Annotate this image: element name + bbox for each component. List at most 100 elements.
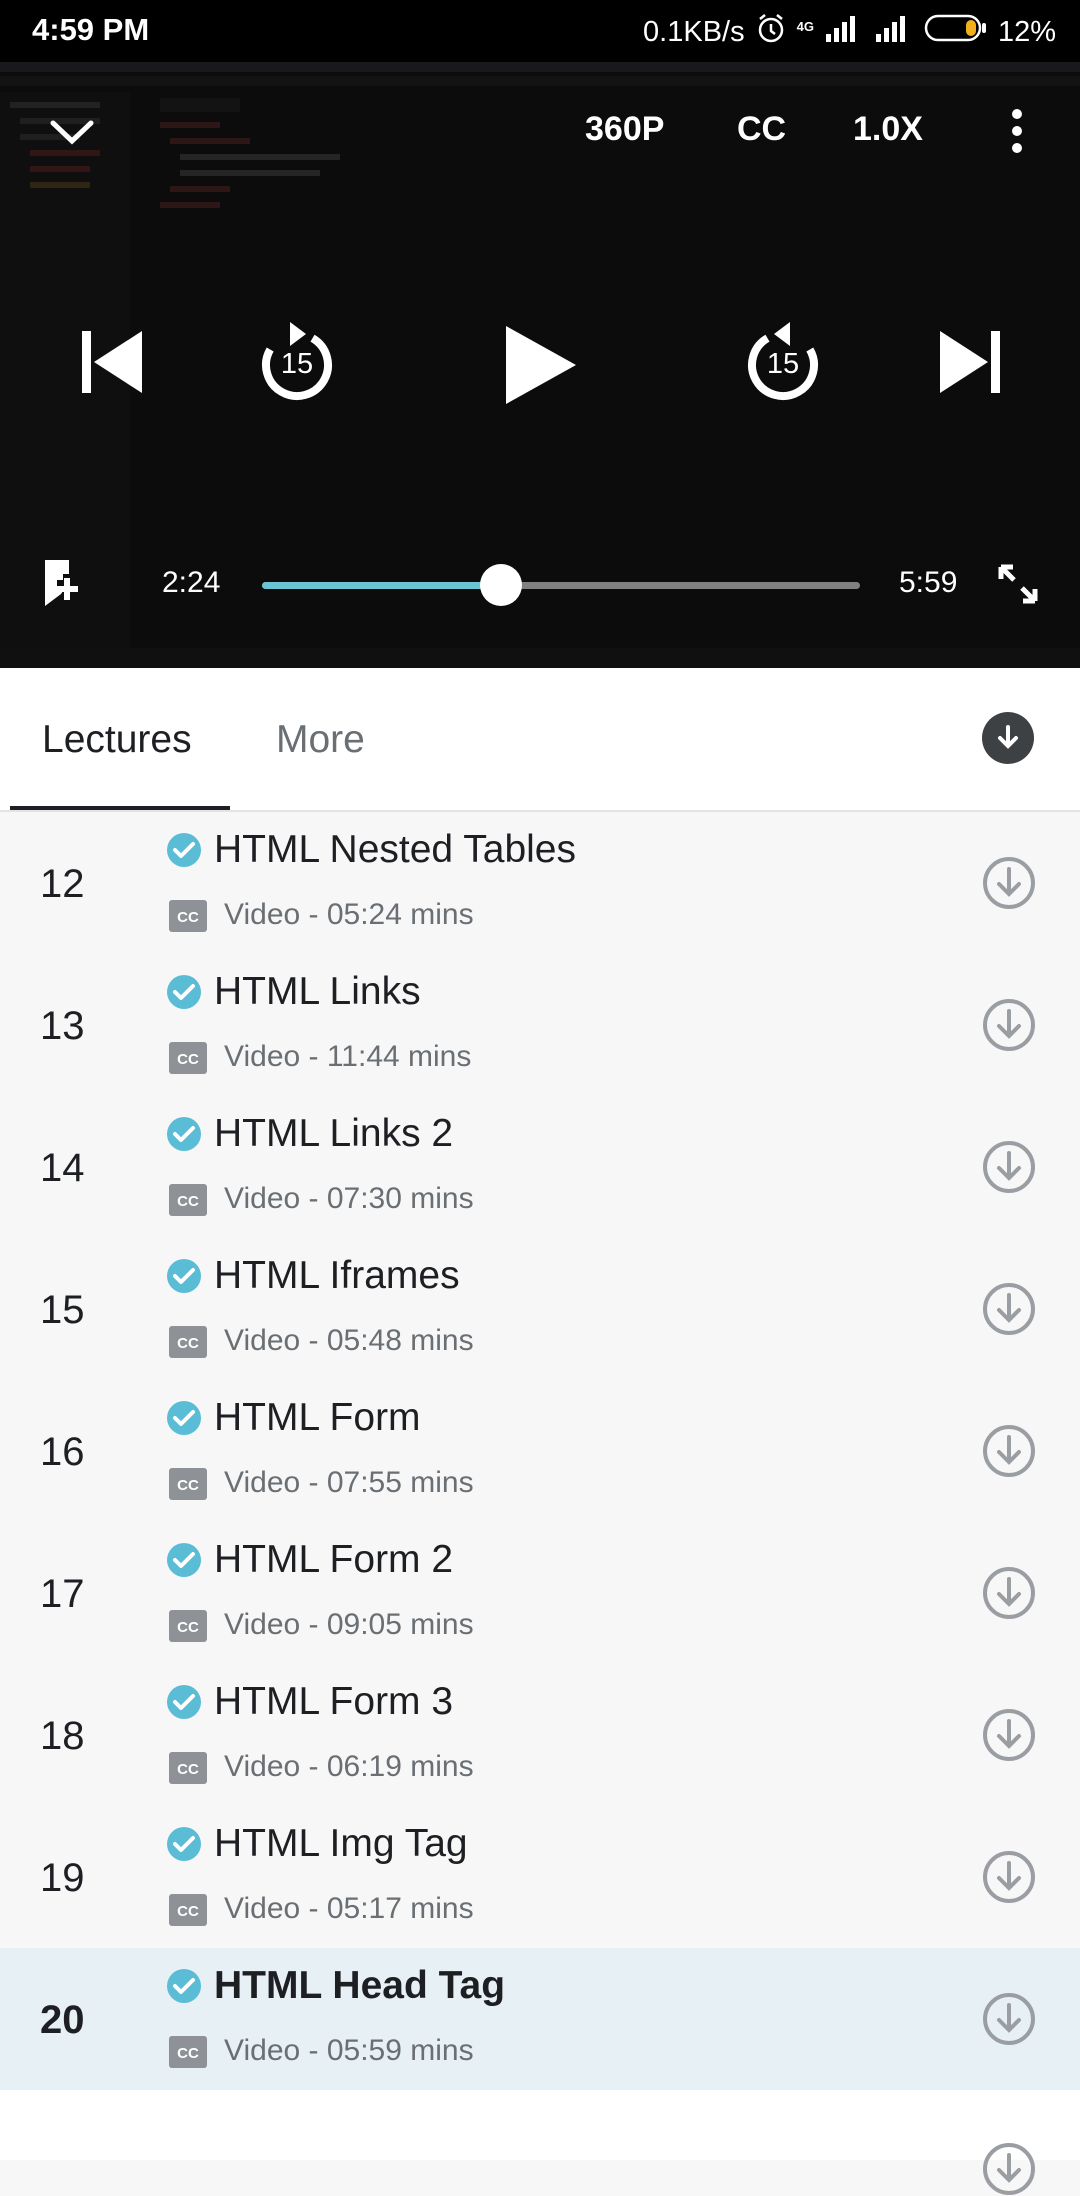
lecture-meta: Video - 05:48 mins [224,1324,474,1357]
duration: 5:59 [899,566,958,599]
download-icon[interactable] [982,856,1036,910]
seek-progress [262,582,502,589]
tab-lectures[interactable]: Lectures [42,718,192,762]
lecture-meta: Video - 07:30 mins [224,1182,474,1215]
play-icon[interactable] [498,320,582,410]
lecture-row[interactable]: 17 HTML Form 2 CC Video - 09:05 mins [0,1522,1080,1664]
section-download-icon[interactable] [982,2142,1036,2196]
closed-captions-icon: CC [169,2036,207,2068]
lecture-row[interactable]: 13 HTML Links CC Video - 11:44 mins [0,954,1080,1096]
lecture-row[interactable]: 20 HTML Head Tag CC Video - 05:59 mins [0,1948,1080,2090]
fullscreen-icon[interactable] [996,562,1040,606]
completed-check-icon [167,1969,201,2003]
active-tab-indicator [10,806,230,810]
battery-level: 12% [997,15,1056,48]
current-time: 2:24 [162,566,221,599]
closed-captions-icon: CC [169,900,207,932]
lecture-number: 16 [40,1430,85,1474]
lecture-meta: Video - 05:24 mins [224,898,474,931]
download-icon[interactable] [982,998,1036,1052]
lecture-number: 20 [40,1998,85,2042]
closed-captions-icon: CC [169,1184,207,1216]
lecture-row[interactable]: 15 HTML Iframes CC Video - 05:48 mins [0,1238,1080,1380]
tab-bar: Lectures More [0,668,1080,812]
closed-captions-icon: CC [169,1042,207,1074]
download-all-icon[interactable] [982,712,1034,764]
svg-text:CC: CC [177,909,199,926]
lecture-title: HTML Form [214,1396,421,1439]
rewind-15-button[interactable]: 15 [256,320,338,404]
rewind-seconds: 15 [280,348,314,380]
lecture-row[interactable]: 18 HTML Form 3 CC Video - 06:19 mins [0,1664,1080,1806]
download-icon[interactable] [982,1850,1036,1904]
lecture-title: HTML Head Tag [214,1964,506,2007]
speed-button[interactable]: 1.0X [853,110,923,149]
svg-text:CC: CC [177,1335,199,1352]
completed-check-icon [167,833,201,867]
lecture-row[interactable]: 12 HTML Nested Tables CC Video - 05:24 m… [0,812,1080,954]
previous-icon[interactable] [74,324,150,400]
lecture-title: HTML Img Tag [214,1822,468,1865]
add-bookmark-icon[interactable] [40,558,90,608]
video-player[interactable]: 360P CC 1.0X 15 15 2:24 5:59 [0,62,1080,668]
lecture-meta: Video - 06:19 mins [224,1750,474,1783]
quality-button[interactable]: 360P [585,110,664,149]
lecture-number: 14 [40,1146,85,1190]
download-icon[interactable] [982,1708,1036,1762]
lecture-title: HTML Links 2 [214,1112,454,1155]
svg-text:CC: CC [177,1477,199,1494]
lecture-list: 12 HTML Nested Tables CC Video - 05:24 m… [0,812,1080,2090]
closed-captions-icon: CC [169,1752,207,1784]
svg-text:CC: CC [177,1619,199,1636]
download-icon[interactable] [982,1566,1036,1620]
closed-captions-icon: CC [169,1326,207,1358]
closed-captions-icon: CC [169,1610,207,1642]
download-icon[interactable] [982,1992,1036,2046]
forward-seconds: 15 [766,348,800,380]
network-speed: 0.1KB/s [643,15,745,48]
download-icon[interactable] [982,1424,1036,1478]
lecture-meta: Video - 07:55 mins [224,1466,474,1499]
seek-bar[interactable] [262,564,860,606]
completed-check-icon [167,1117,201,1151]
lecture-number: 19 [40,1856,85,1900]
seek-thumb[interactable] [480,564,523,606]
lecture-title: HTML Form 2 [214,1538,454,1581]
next-icon[interactable] [932,324,1008,400]
lecture-row[interactable]: 19 HTML Img Tag CC Video - 05:17 mins [0,1806,1080,1948]
captions-button[interactable]: CC [737,110,786,149]
status-time: 4:59 PM [32,12,150,47]
svg-text:CC: CC [177,1903,199,1920]
battery-icon [924,13,988,51]
svg-text:CC: CC [177,1761,199,1778]
tab-more[interactable]: More [276,718,365,762]
svg-text:CC: CC [177,2045,199,2062]
svg-text:CC: CC [177,1193,199,1210]
lecture-number: 18 [40,1714,85,1758]
more-options-icon[interactable] [1002,106,1032,156]
lecture-row[interactable]: 16 HTML Form CC Video - 07:55 mins [0,1380,1080,1522]
forward-15-button[interactable]: 15 [742,320,824,404]
closed-captions-icon: CC [169,1468,207,1500]
completed-check-icon [167,1685,201,1719]
completed-check-icon [167,1827,201,1861]
network-type: 4G [796,19,814,34]
lecture-title: HTML Form 3 [214,1680,454,1723]
closed-captions-icon: CC [169,1894,207,1926]
collapse-chevron-icon[interactable] [46,112,98,152]
lecture-title: HTML Nested Tables [214,828,576,871]
completed-check-icon [167,975,201,1009]
svg-text:CC: CC [177,1051,199,1068]
lecture-meta: Video - 05:17 mins [224,1892,474,1925]
completed-check-icon [167,1543,201,1577]
lecture-number: 13 [40,1004,85,1048]
completed-check-icon [167,1401,201,1435]
signal-icon [824,14,864,50]
download-icon[interactable] [982,1140,1036,1194]
status-bar: 4:59 PM 0.1KB/s 4G 12% [0,0,1080,62]
signal-icon-2 [874,14,914,50]
lecture-meta: Video - 09:05 mins [224,1608,474,1641]
lecture-title: HTML Links [214,970,421,1013]
download-icon[interactable] [982,1282,1036,1336]
lecture-row[interactable]: 14 HTML Links 2 CC Video - 07:30 mins [0,1096,1080,1238]
